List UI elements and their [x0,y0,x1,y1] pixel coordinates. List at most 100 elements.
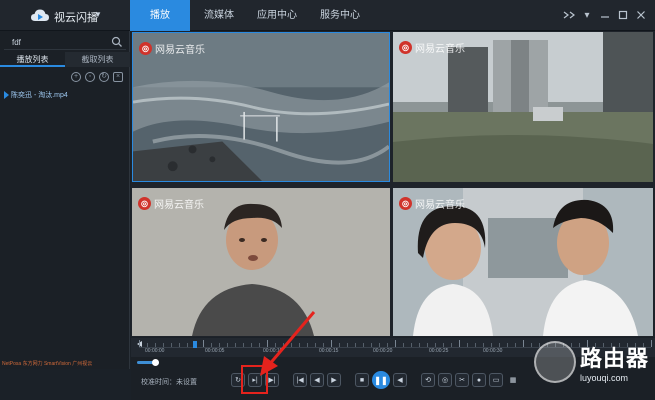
brand-logos: NetPosa 东方网力 SmartVision 广州视云 [2,361,93,367]
video-window-2[interactable]: ◎ 网易云音乐 [393,32,653,182]
calibration-label: 校准时间： [141,379,176,386]
ruler-tick [379,343,380,347]
timeline-label: 00:00:20 [373,348,393,354]
timeline-label: 00:00:00 [145,348,165,354]
volume-knob[interactable] [152,359,159,366]
timeline-label: 00:00:05 [205,348,225,354]
ruler-tick [355,343,356,347]
ruler-tick [243,343,244,347]
tab-streaming[interactable]: 流媒体 [190,0,248,31]
title-bar: 视云闪播 ▼ 播放 流媒体 应用中心 服务中心 ▾ [0,0,655,31]
previous-icon[interactable]: |◀ [293,373,307,387]
ruler-tick [363,343,364,347]
search-input[interactable] [12,36,107,48]
app-menu-caret-icon[interactable]: ▼ [94,10,102,19]
playlist-item-label: 陈奕迅 - 淘汰.mp4 [11,92,68,99]
playlist-item[interactable]: 陈奕迅 - 淘汰.mp4 [4,90,68,100]
ruler-tick [171,343,172,347]
ruler-tick [515,343,516,347]
netease-music-icon: ◎ [138,197,151,210]
close-icon[interactable] [635,8,647,22]
ruler-tick [299,343,300,347]
netease-music-icon: ◎ [399,197,412,210]
ruler-tick [235,343,236,347]
maximize-icon[interactable] [617,8,629,22]
router-logo-icon [533,341,576,383]
pause-button-icon[interactable]: ❚❚ [372,371,390,389]
ruler-tick [427,343,428,347]
timeline-label: 00:00:30 [483,348,503,354]
ruler-tick [147,343,148,347]
video-window-1[interactable]: ◎ 网易云音乐 [132,32,390,182]
ruler-tick [475,343,476,347]
ruler-tick [163,343,164,347]
video-grid: ◎ 网易云音乐 ◎ 网易云音乐 ◎ 网易云音乐 ◎ 网易云音乐 [131,31,655,337]
ruler-tick [483,343,484,347]
playhead-marker[interactable] [193,341,197,348]
ruler-tick [387,343,388,347]
fullscreen-icon[interactable]: ▭ [489,373,503,387]
tab-app-center[interactable]: 应用中心 [248,0,306,31]
volume-icon[interactable]: ◀ [393,373,407,387]
ruler-tick [523,340,524,347]
ruler-tick [203,340,204,347]
rotate-icon[interactable]: ⟲ [421,373,435,387]
tab-capture-list[interactable]: 截取列表 [65,52,130,67]
ruler-tick [251,343,252,347]
delete-icon[interactable]: × [113,72,123,82]
ruler-tick [187,343,188,347]
ruler-tick [491,343,492,347]
ruler-tick [347,343,348,347]
search-box [4,35,126,50]
netease-music-icon: ◎ [399,41,412,54]
main-nav: 播放 流媒体 应用中心 服务中心 [130,0,374,31]
video-watermark: ◎ 网易云音乐 [399,40,465,55]
ruler-tick [499,343,500,347]
site-watermark: 路由器 luyouqi.com [533,341,649,383]
playlist-toolbar: + ◦ ↻ × [71,72,123,82]
app-title[interactable]: 视云闪播 [54,9,98,25]
add-icon[interactable]: + [71,72,81,82]
ruler-tick [155,343,156,347]
ruler-tick [395,340,396,347]
ruler-tick [323,343,324,347]
watermark-name: 路由器 [579,346,649,371]
video-watermark: ◎ 网易云音乐 [399,196,465,211]
video-window-3[interactable]: ◎ 网易云音乐 [132,188,390,336]
ruler-tick [283,343,284,347]
clip-icon[interactable]: ✂ [455,373,469,387]
video-window-4[interactable]: ◎ 网易云音乐 [393,188,653,336]
ruler-tick [459,340,460,347]
ruler-tick [411,343,412,347]
skin-icon[interactable] [563,8,575,22]
menu-caret-icon[interactable]: ▾ [581,8,593,22]
ruler-tick [291,343,292,347]
window-controls: ▾ [563,8,647,22]
tab-play[interactable]: 播放 [130,0,190,31]
watermark-url: luyouqi.com [579,373,629,383]
tab-service-center[interactable]: 服务中心 [306,0,374,31]
search-icon[interactable] [111,36,123,48]
forward-icon[interactable]: ▶ [327,373,341,387]
ruler-tick [467,343,468,347]
loop-icon[interactable]: ↻ [99,72,109,82]
video-watermark: ◎ 网易云音乐 [138,196,204,211]
ruler-tick [139,340,140,347]
ruler-tick [507,343,508,347]
layout-icon[interactable]: ▦ [506,373,520,387]
snapshot-icon[interactable]: ◎ [438,373,452,387]
ruler-tick [435,343,436,347]
add-folder-icon[interactable]: ◦ [85,72,95,82]
ruler-tick [259,343,260,347]
netease-music-icon: ◎ [139,42,152,55]
record-icon[interactable]: ● [472,373,486,387]
tab-playlist[interactable]: 播放列表 [0,52,65,67]
timeline-label: 00:00:10 [263,348,283,354]
ruler-tick [419,343,420,347]
rewind-icon[interactable]: ◀ [310,373,324,387]
ruler-tick [211,343,212,347]
ruler-tick [267,340,268,347]
calibration-value: 未设置 [176,379,197,386]
minimize-icon[interactable] [599,8,611,22]
stop-icon[interactable]: ■ [355,373,369,387]
